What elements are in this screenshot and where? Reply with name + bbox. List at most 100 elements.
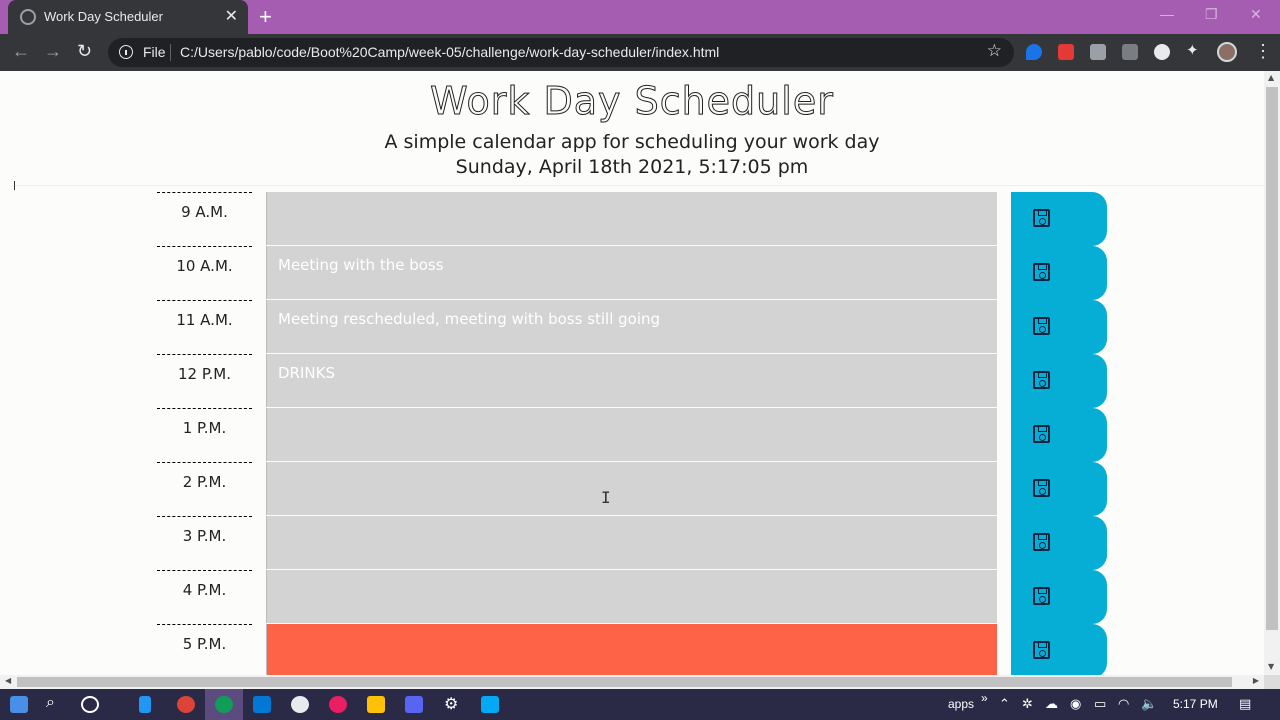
hour-label: 2 P.M.	[157, 462, 252, 516]
minimize-button[interactable]: —	[1160, 6, 1174, 22]
extensions-puzzle-icon[interactable]: ✦	[1186, 41, 1202, 59]
save-disk-icon	[1033, 263, 1050, 281]
extension-video-icon[interactable]	[1058, 44, 1074, 60]
current-day: Sunday, April 18th 2021, 5:17:05 pm	[455, 156, 809, 178]
vertical-scroll-thumb[interactable]	[1266, 87, 1278, 630]
browser-tab[interactable]: Work Day Scheduler ✕	[8, 0, 248, 34]
hour-label: 12 P.M.	[157, 354, 252, 408]
discord-tray-icon[interactable]: ◉	[1070, 697, 1081, 712]
scroll-up-icon[interactable]: ▲	[1268, 73, 1274, 82]
hour-label: 9 A.M.	[157, 192, 252, 246]
scroll-left-icon[interactable]: ◀	[5, 676, 11, 685]
windows-start-icon[interactable]	[10, 696, 28, 713]
scroll-right-icon[interactable]: ▶	[1253, 676, 1259, 685]
reload-icon[interactable]: ↻	[77, 41, 92, 62]
close-window-button[interactable]: ✕	[1250, 6, 1262, 23]
onedrive-icon[interactable]: ☁	[1045, 697, 1058, 712]
scrollbar-corner	[1264, 675, 1280, 689]
windows-taskbar: ⌕ ⚙ apps » ⌃ ✲ ☁ ◉ ▭ ◠ 🔈 5:17 PM ▤	[0, 689, 1280, 720]
extension-circle-icon[interactable]	[1154, 44, 1170, 60]
save-disk-icon	[1033, 479, 1050, 497]
settings-gear-icon[interactable]: ⚙	[444, 694, 458, 714]
app-tool-icon[interactable]	[291, 696, 309, 713]
taskbar-clock[interactable]: 5:17 PM	[1173, 697, 1218, 711]
volume-icon[interactable]: 🔈	[1141, 697, 1157, 712]
save-button[interactable]	[1011, 516, 1107, 570]
save-button[interactable]	[1011, 246, 1107, 300]
time-block-row: 9 A.M.	[157, 192, 1107, 246]
cortana-icon[interactable]	[81, 696, 99, 713]
notifications-icon[interactable]: ▤	[1239, 697, 1251, 712]
bookmark-star-icon[interactable]: ☆	[987, 41, 1002, 61]
time-block-row: 1 P.M.	[157, 408, 1107, 462]
info-icon[interactable]	[119, 45, 133, 59]
apps-toolbar-label[interactable]: apps	[948, 697, 974, 711]
vertical-scrollbar[interactable]: ▲ ▼	[1264, 71, 1280, 675]
save-button[interactable]	[1011, 408, 1107, 462]
save-button[interactable]	[1011, 462, 1107, 516]
chrome-active-icon[interactable]	[215, 696, 233, 713]
menu-dots-icon[interactable]: ⋮	[1254, 41, 1272, 62]
event-description-textarea[interactable]	[266, 408, 997, 461]
vscode-icon[interactable]	[253, 696, 271, 713]
event-description-textarea[interactable]	[266, 462, 997, 515]
page-title: Work Day Scheduler	[430, 79, 834, 124]
media-player-icon[interactable]	[481, 696, 499, 713]
extension-camera-icon[interactable]	[1090, 44, 1106, 60]
globe-icon	[20, 9, 36, 25]
notepad-icon[interactable]	[139, 696, 151, 713]
chrome-icon[interactable]	[177, 696, 195, 713]
event-description-textarea[interactable]	[266, 570, 997, 623]
profile-avatar[interactable]	[1217, 42, 1237, 62]
omnibox-divider	[170, 44, 171, 61]
event-description-textarea[interactable]: DRINKS	[266, 354, 997, 407]
forward-arrow-icon[interactable]: →	[44, 41, 62, 62]
save-disk-icon	[1033, 317, 1050, 335]
time-block-row: 3 P.M.	[157, 516, 1107, 570]
horizontal-scrollbar[interactable]: ◀ ▶	[0, 675, 1264, 689]
time-block-row: 10 A.M. Meeting with the boss	[157, 246, 1107, 300]
restore-button[interactable]: ❐	[1205, 6, 1218, 23]
discord-icon[interactable]	[405, 696, 423, 713]
tray-expand-icon[interactable]: ⌃	[999, 697, 1010, 712]
close-tab-icon[interactable]: ✕	[225, 6, 238, 25]
hour-label: 4 P.M.	[157, 570, 252, 624]
save-button[interactable]	[1011, 354, 1107, 408]
battery-icon[interactable]: ▭	[1094, 697, 1106, 712]
event-description-textarea[interactable]	[266, 516, 997, 569]
save-button[interactable]	[1011, 192, 1107, 246]
hour-label: 1 P.M.	[157, 408, 252, 462]
wifi-icon[interactable]: ◠	[1118, 697, 1129, 712]
time-block-row: 12 P.M. DRINKS	[157, 354, 1107, 408]
file-explorer-icon[interactable]	[367, 696, 385, 713]
save-button[interactable]	[1011, 570, 1107, 624]
url-text[interactable]: C:/Users/pablo/code/Boot%20Camp/week-05/…	[180, 44, 719, 60]
horizontal-scroll-thumb[interactable]	[17, 677, 1232, 687]
jumbotron-divider	[14, 185, 1264, 186]
text-caret	[14, 181, 15, 190]
address-bar[interactable]: File C:/Users/pablo/code/Boot%20Camp/wee…	[108, 38, 1014, 67]
new-tab-button[interactable]: +	[259, 4, 272, 30]
time-block-row: 2 P.M.	[157, 462, 1107, 516]
save-button[interactable]	[1011, 624, 1107, 675]
event-description-textarea[interactable]	[266, 192, 997, 245]
event-description-textarea[interactable]: Meeting rescheduled, meeting with boss s…	[266, 300, 997, 353]
save-button[interactable]	[1011, 300, 1107, 354]
tab-strip: Work Day Scheduler ✕ + — ❐ ✕	[0, 0, 1280, 34]
extension-pin-icon[interactable]	[1026, 44, 1042, 60]
save-disk-icon	[1033, 533, 1050, 551]
back-arrow-icon[interactable]: ←	[12, 41, 30, 62]
page-lead: A simple calendar app for scheduling you…	[384, 131, 880, 153]
time-block-row: 4 P.M.	[157, 570, 1107, 624]
save-disk-icon	[1033, 371, 1050, 389]
search-icon[interactable]: ⌕	[46, 694, 55, 712]
page-viewport: Work Day Scheduler A simple calendar app…	[0, 71, 1264, 675]
tray-app-icon[interactable]: ✲	[1022, 697, 1033, 712]
event-description-textarea[interactable]: Meeting with the boss	[266, 246, 997, 299]
apps-chevron-icon[interactable]: »	[981, 691, 988, 705]
extension-k-icon[interactable]	[1122, 44, 1138, 60]
event-description-textarea[interactable]	[266, 624, 997, 675]
tab-title: Work Day Scheduler	[44, 9, 163, 24]
slack-icon[interactable]	[329, 696, 347, 713]
scroll-down-icon[interactable]: ▼	[1268, 662, 1274, 671]
